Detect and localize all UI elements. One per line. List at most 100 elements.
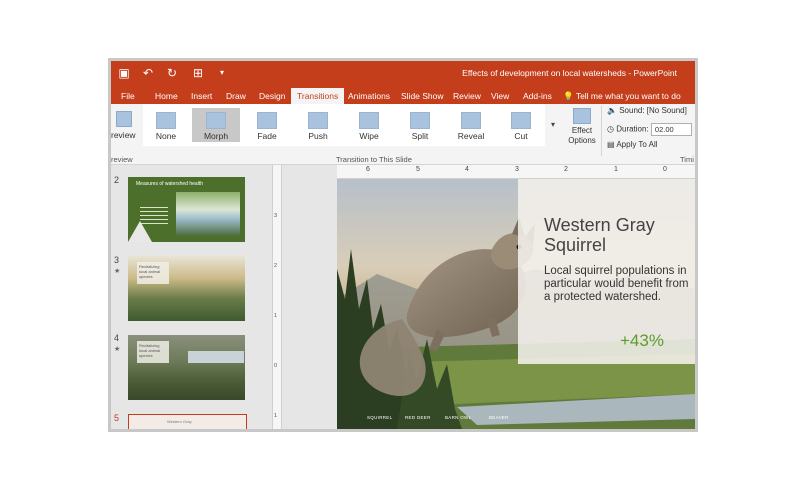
slide-body-text[interactable]: Local squirrel populations in particular… — [544, 265, 692, 304]
transition-push[interactable]: Push — [294, 108, 342, 142]
start-from-beginning-icon[interactable]: ⊞ — [189, 65, 207, 81]
slide-thumbnail-panel[interactable]: 2 Measures of watershed health 3 ★ Revit… — [111, 165, 271, 429]
tab-file[interactable]: File — [115, 88, 141, 104]
vertical-ruler-label: 1 — [274, 413, 278, 419]
mountain-shape — [128, 221, 152, 242]
sound-icon: 🔈 — [607, 106, 617, 115]
horizontal-ruler: 6 5 4 3 2 1 0 — [337, 165, 695, 179]
duration-row: ◷ Duration: 02.00 — [607, 123, 692, 136]
gallery-more-icon[interactable]: ▾ — [551, 120, 555, 129]
transition-morph[interactable]: Morph — [192, 108, 240, 142]
slide-heading[interactable]: Western Gray Squirrel — [544, 215, 689, 255]
vertical-ruler-label: 2 — [274, 263, 278, 269]
slide-thumbnail-5-selected[interactable]: Western Gray — [128, 414, 247, 429]
lake-shape — [188, 351, 244, 363]
tab-insert[interactable]: Insert — [185, 88, 218, 104]
transition-wipe[interactable]: Wipe — [345, 108, 393, 142]
ribbon-divider — [601, 106, 602, 156]
tab-animations[interactable]: Animations — [342, 88, 396, 104]
apply-to-all-label: Apply To All — [616, 140, 658, 149]
thumbnail-title: Measures of watershed health — [136, 181, 203, 187]
thumbnail-caption: Western Gray — [167, 419, 192, 424]
tab-transitions[interactable]: Transitions — [291, 88, 345, 104]
tell-me-box[interactable]: 💡 Tell me what you want to do — [563, 89, 681, 103]
window-title: Effects of development on local watershe… — [462, 68, 677, 78]
apply-to-all-button[interactable]: ▤ Apply To All — [607, 140, 658, 149]
vertical-ruler: 3 2 1 0 1 — [272, 165, 282, 429]
effect-options-label: Effect Options — [568, 126, 596, 145]
tab-draw[interactable]: Draw — [220, 88, 252, 104]
gallery-group-label: Transition to This Slide — [336, 155, 412, 164]
undo-icon[interactable]: ↶ — [139, 65, 157, 81]
horizontal-ruler-label: 3 — [515, 166, 519, 173]
customize-toolbar-icon[interactable]: ▾ — [213, 65, 231, 81]
preview-button[interactable]: review — [111, 108, 137, 142]
fade-transition-icon — [257, 112, 277, 129]
vertical-ruler-label: 0 — [274, 363, 278, 369]
duration-label: Duration: — [616, 124, 649, 134]
horizontal-ruler-label: 5 — [416, 166, 420, 173]
slide-stat[interactable]: +43% — [620, 331, 664, 351]
slide-number: 4 — [114, 333, 120, 343]
morph-transition-icon — [206, 112, 226, 129]
preview-group-label: review — [111, 155, 133, 164]
push-transition-icon — [308, 112, 328, 129]
reveal-transition-icon — [461, 112, 481, 129]
horizontal-ruler-label: 0 — [663, 166, 667, 173]
cut-transition-icon — [511, 112, 531, 129]
tab-review[interactable]: Review — [447, 88, 487, 104]
transition-split[interactable]: Split — [396, 108, 444, 142]
horizontal-ruler-label: 1 — [614, 166, 618, 173]
title-bar: ▣ ↶ ↻ ⊞ ▾ Effects of development on loca… — [111, 61, 695, 87]
preview-label: review — [111, 130, 136, 140]
transition-none[interactable]: None — [142, 108, 190, 142]
clock-icon: ◷ — [607, 124, 614, 134]
timing-group-label: Timi — [680, 155, 694, 164]
tab-add-ins[interactable]: Add-ins — [517, 88, 558, 104]
tell-me-text: Tell me what you want to do — [575, 91, 681, 101]
none-transition-icon — [156, 112, 176, 129]
tab-design[interactable]: Design — [253, 88, 291, 104]
lightbulb-icon: 💡 — [563, 91, 574, 101]
transitions-ribbon: review None Morph Fade Push Wipe Split R… — [111, 104, 695, 165]
effect-options-button[interactable]: Effect Options — [565, 106, 599, 152]
slide-text-panel[interactable]: Western Gray Squirrel Local squirrel pop… — [518, 179, 695, 364]
slide-thumbnail-3[interactable]: Revitalizing local animal species — [128, 256, 245, 321]
horizontal-ruler-label: 6 — [366, 166, 370, 173]
tab-slide-show[interactable]: Slide Show — [395, 88, 450, 104]
vertical-ruler-label: 3 — [274, 213, 278, 219]
powerpoint-window: ▣ ↶ ↻ ⊞ ▾ Effects of development on loca… — [111, 61, 695, 429]
sound-label: Sound: — [619, 106, 645, 115]
transition-reveal[interactable]: Reveal — [447, 108, 495, 142]
species-caption: SQUIRREL — [367, 415, 393, 420]
waterfall-photo — [176, 192, 240, 236]
slide-canvas[interactable]: Western Gray Squirrel Local squirrel pop… — [337, 179, 695, 429]
transition-fade[interactable]: Fade — [243, 108, 291, 142]
slide-thumbnail-2[interactable]: Measures of watershed health — [128, 177, 245, 242]
sound-value: [No Sound] — [646, 106, 687, 115]
tab-home[interactable]: Home — [149, 88, 184, 104]
redo-icon[interactable]: ↻ — [163, 65, 181, 81]
animation-star-icon: ★ — [114, 268, 121, 275]
species-caption: RED DEER — [405, 415, 431, 420]
duration-input[interactable]: 02.00 — [650, 123, 692, 136]
thumbnail-caption: Revitalizing local animal species — [139, 343, 161, 358]
wipe-transition-icon — [359, 112, 379, 129]
apply-all-icon: ▤ — [607, 140, 615, 149]
transition-cut[interactable]: Cut — [497, 108, 545, 142]
split-transition-icon — [410, 112, 430, 129]
preview-icon — [116, 111, 132, 127]
slide-number: 5 — [114, 413, 120, 423]
slide-number: 2 — [114, 175, 120, 185]
species-caption: BEAVER — [489, 415, 509, 420]
tab-view[interactable]: View — [485, 88, 515, 104]
animation-star-icon: ★ — [114, 346, 121, 353]
thumbnail-caption: Revitalizing local animal species — [139, 264, 161, 279]
sound-dropdown[interactable]: 🔈 Sound: [No Sound] — [607, 106, 687, 115]
slide-thumbnail-4[interactable]: Revitalizing local animal species — [128, 335, 245, 400]
vertical-ruler-label: 1 — [274, 313, 278, 319]
save-icon[interactable]: ▣ — [115, 65, 133, 81]
effect-options-icon — [573, 108, 591, 124]
species-caption: BARN OWL — [445, 415, 472, 420]
horizontal-ruler-label: 2 — [564, 166, 568, 173]
